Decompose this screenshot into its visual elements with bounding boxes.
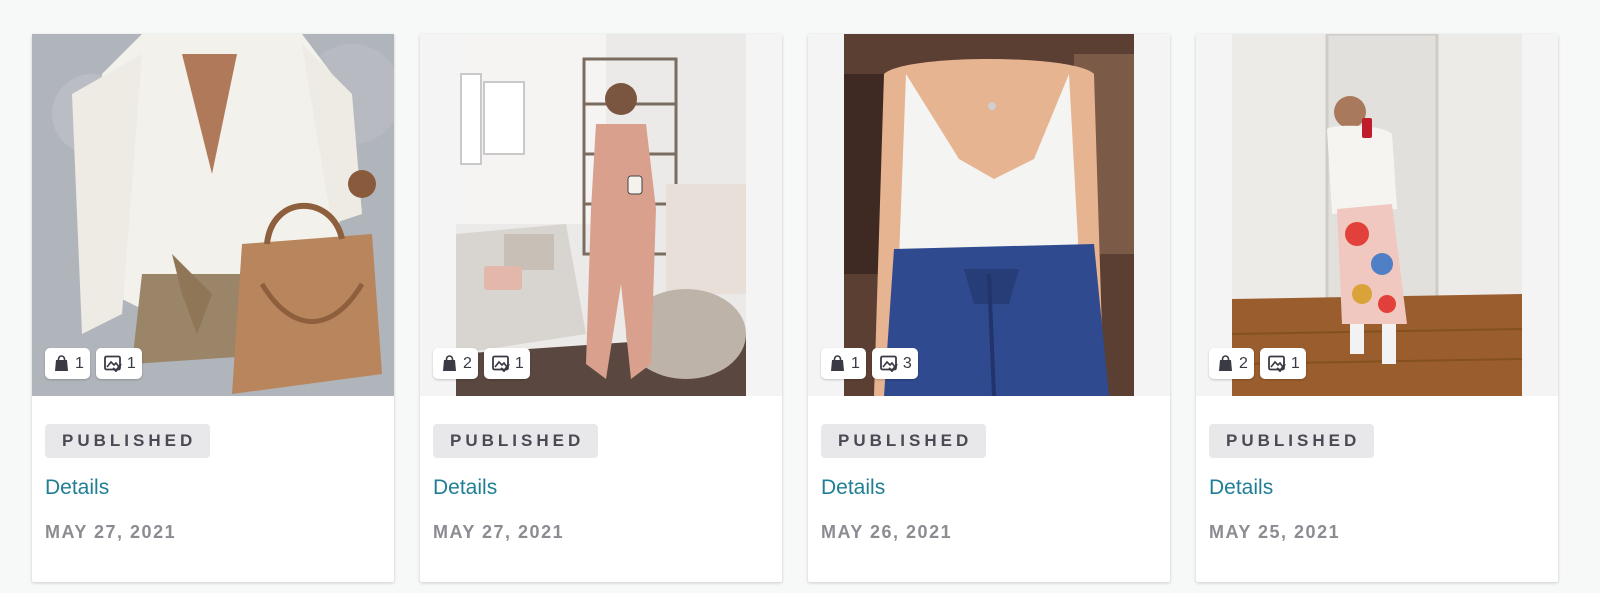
post-photo[interactable] xyxy=(1232,34,1522,396)
post-grid: 1 1 PUBLISHED Details MAY 27, 2021 2 1 P… xyxy=(32,34,1558,582)
products-count: 1 xyxy=(75,354,84,372)
photos-count: 1 xyxy=(126,354,136,372)
post-stats: 1 1 xyxy=(45,348,142,379)
photos-chip[interactable]: 1 xyxy=(95,348,142,379)
photos-chip[interactable]: 1 xyxy=(483,348,530,379)
verified-image-icon xyxy=(880,355,898,372)
post-image[interactable]: 2 1 xyxy=(420,34,782,396)
post-stats: 2 1 xyxy=(1209,348,1306,379)
details-link[interactable]: Details xyxy=(45,476,381,500)
photos-chip[interactable]: 1 xyxy=(1259,348,1306,379)
shopping-bag-icon xyxy=(1217,355,1234,372)
post-date: MAY 27, 2021 xyxy=(45,522,177,542)
photos-count: 1 xyxy=(1290,354,1300,372)
post-image[interactable]: 2 1 xyxy=(1196,34,1558,396)
products-count: 1 xyxy=(851,354,860,372)
shopping-bag-icon xyxy=(441,355,458,372)
products-chip[interactable]: 1 xyxy=(45,348,90,379)
status-badge: PUBLISHED xyxy=(45,424,211,458)
verified-image-icon xyxy=(492,355,510,372)
status-badge: PUBLISHED xyxy=(433,424,599,458)
post-date: MAY 25, 2021 xyxy=(1209,522,1341,542)
post-photo[interactable] xyxy=(32,34,394,396)
post-card: 1 3 PUBLISHED Details MAY 26, 2021 xyxy=(808,34,1170,582)
post-stats: 1 3 xyxy=(821,348,918,379)
photos-chip[interactable]: 3 xyxy=(871,348,918,379)
products-chip[interactable]: 1 xyxy=(821,348,866,379)
products-count: 2 xyxy=(1239,354,1248,372)
post-card: 2 1 PUBLISHED Details MAY 25, 2021 xyxy=(1196,34,1558,582)
post-date: MAY 26, 2021 xyxy=(821,522,953,542)
post-card: 2 1 PUBLISHED Details MAY 27, 2021 xyxy=(420,34,782,582)
post-date: MAY 27, 2021 xyxy=(433,522,565,542)
shopping-bag-icon xyxy=(53,355,70,372)
verified-image-icon xyxy=(104,355,122,372)
post-image[interactable]: 1 1 xyxy=(32,34,394,396)
details-link[interactable]: Details xyxy=(1209,476,1545,500)
verified-image-icon xyxy=(1268,355,1286,372)
status-badge: PUBLISHED xyxy=(821,424,987,458)
products-chip[interactable]: 2 xyxy=(1209,348,1254,379)
status-badge: PUBLISHED xyxy=(1209,424,1375,458)
post-card: 1 1 PUBLISHED Details MAY 27, 2021 xyxy=(32,34,394,582)
post-photo[interactable] xyxy=(456,34,746,396)
photos-count: 3 xyxy=(902,354,912,372)
shopping-bag-icon xyxy=(829,355,846,372)
post-image[interactable]: 1 3 xyxy=(808,34,1170,396)
products-chip[interactable]: 2 xyxy=(433,348,478,379)
products-count: 2 xyxy=(463,354,472,372)
post-stats: 2 1 xyxy=(433,348,530,379)
details-link[interactable]: Details xyxy=(821,476,1157,500)
photos-count: 1 xyxy=(514,354,524,372)
details-link[interactable]: Details xyxy=(433,476,769,500)
post-photo[interactable] xyxy=(844,34,1134,396)
